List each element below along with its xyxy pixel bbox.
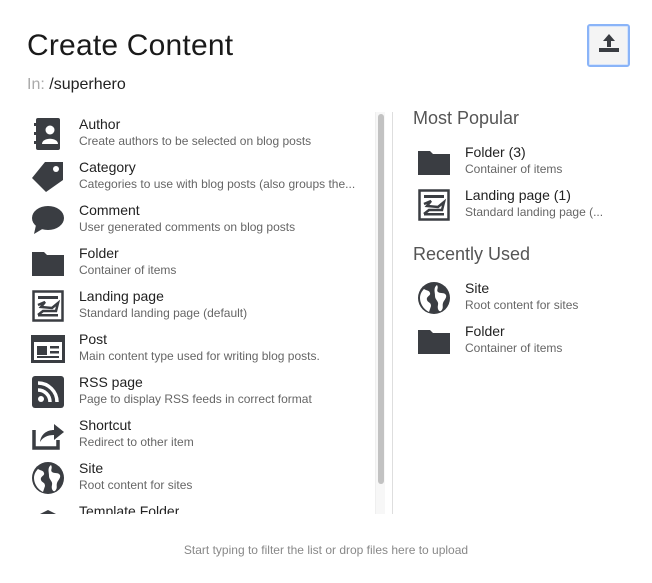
list-item-landing-page[interactable]: Landing page Standard landing page (defa… xyxy=(27,284,377,327)
scrollbar-thumb[interactable] xyxy=(378,114,384,484)
comment-icon xyxy=(30,202,66,238)
item-name: Landing page xyxy=(79,288,164,304)
post-icon xyxy=(30,331,66,367)
location-path: In: /superhero xyxy=(27,76,126,94)
page-title: Create Content xyxy=(27,29,234,62)
item-description: Container of items xyxy=(465,341,563,355)
item-description: Main content type used for writing blog … xyxy=(79,349,320,363)
location-prefix: In: xyxy=(27,76,45,93)
list-item-category[interactable]: Category Categories to use with blog pos… xyxy=(27,155,377,198)
folder-icon xyxy=(30,245,66,281)
location-value: /superhero xyxy=(49,76,126,93)
column-divider xyxy=(392,112,393,514)
item-description: User generated comments on blog posts xyxy=(79,220,296,234)
globe-icon xyxy=(30,460,66,496)
list-item-shortcut[interactable]: Shortcut Redirect to other item xyxy=(27,413,377,456)
item-name: Category xyxy=(79,159,136,175)
item-description: Standard landing page (default) xyxy=(79,306,248,320)
recent-item-site[interactable]: Site Root content for sites xyxy=(413,280,623,323)
item-name: Folder xyxy=(79,245,119,261)
item-name: Comment xyxy=(79,202,140,218)
item-name: Author xyxy=(79,116,121,132)
item-name: Shortcut xyxy=(79,417,132,433)
item-description: Page to display RSS feeds in correct for… xyxy=(79,392,312,406)
upload-icon xyxy=(598,33,620,58)
item-description: Redirect to other item xyxy=(79,435,194,449)
upload-button[interactable] xyxy=(587,24,630,67)
list-item-author[interactable]: Author Create authors to be selected on … xyxy=(27,112,377,155)
item-description: Create authors to be selected on blog po… xyxy=(79,134,312,148)
recently-used-heading: Recently Used xyxy=(413,244,531,264)
list-scrollbar[interactable] xyxy=(375,112,385,514)
recent-item-folder[interactable]: Folder Container of items xyxy=(413,323,623,366)
item-name: Site xyxy=(79,460,104,476)
popular-item-landing-page[interactable]: Landing page (1) Standard landing page (… xyxy=(413,187,623,230)
most-popular-heading: Most Popular xyxy=(413,108,520,128)
item-description: Categories to use with blog posts (also … xyxy=(79,177,356,191)
rss-icon xyxy=(30,374,66,410)
list-item-folder[interactable]: Folder Container of items xyxy=(27,241,377,284)
item-name: Post xyxy=(79,331,108,347)
landing-page-icon xyxy=(30,288,66,324)
item-name: Site xyxy=(465,280,490,296)
list-item-comment[interactable]: Comment User generated comments on blog … xyxy=(27,198,377,241)
list-item-site[interactable]: Site Root content for sites xyxy=(27,456,377,499)
item-description: Container of items xyxy=(79,263,177,277)
item-description: Root content for sites xyxy=(79,478,193,492)
item-description: Container of items xyxy=(465,162,563,176)
list-item-template-folder[interactable]: Template Folder xyxy=(27,499,377,514)
folder-icon xyxy=(416,144,452,180)
content-type-list: Author Create authors to be selected on … xyxy=(27,112,377,514)
tag-icon xyxy=(30,159,66,195)
item-name: Folder xyxy=(465,323,505,339)
item-description: Standard landing page (... xyxy=(465,205,604,219)
shortcut-icon xyxy=(30,417,66,453)
filter-hint: Start typing to filter the list or drop … xyxy=(183,543,469,557)
item-description: Root content for sites xyxy=(465,298,579,312)
popular-item-folder[interactable]: Folder (3) Container of items xyxy=(413,144,623,187)
list-item-rss-page[interactable]: RSS page Page to display RSS feeds in co… xyxy=(27,370,377,413)
list-item-post[interactable]: Post Main content type used for writing … xyxy=(27,327,377,370)
landing-page-icon xyxy=(416,187,452,223)
item-name: Folder (3) xyxy=(465,144,526,160)
globe-icon xyxy=(416,280,452,316)
item-name: RSS page xyxy=(79,374,143,390)
item-name: Template Folder xyxy=(79,503,180,514)
folder-icon xyxy=(416,323,452,359)
author-icon xyxy=(30,116,66,152)
template-folder-icon xyxy=(30,503,66,514)
item-name: Landing page (1) xyxy=(465,187,571,203)
